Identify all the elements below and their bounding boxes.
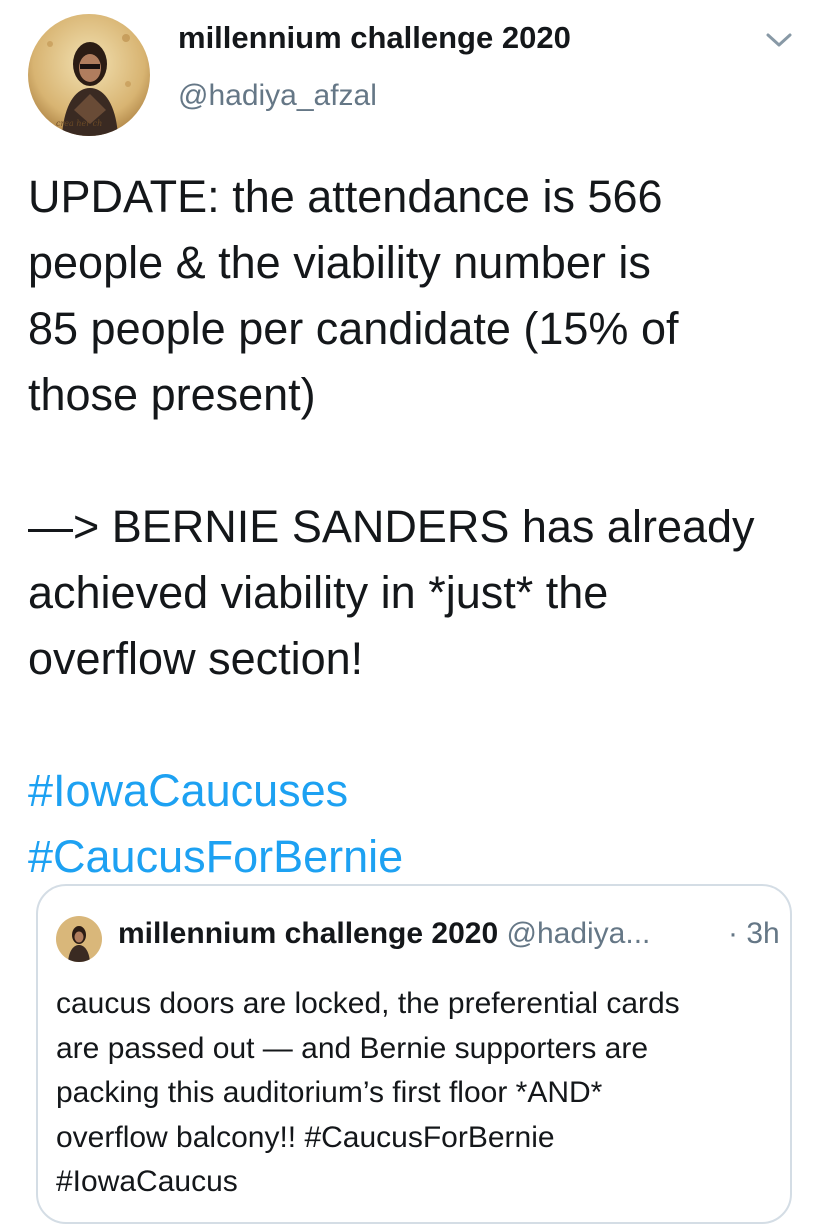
svg-text:crea her ch: crea her ch <box>56 119 102 128</box>
quoted-profile-photo-icon[interactable] <box>56 916 102 962</box>
hashtag-link-caucus-for-bernie[interactable]: #CaucusForBernie <box>28 824 808 890</box>
quoted-text-line: #IowaCaucus <box>56 1165 238 1198</box>
tweet-text-line: those present) <box>28 369 316 420</box>
quoted-text-line: are passed out — and Bernie supporters a… <box>56 1031 649 1065</box>
tweet: crea her ch millennium challenge 2020 @h… <box>0 0 820 1224</box>
author-display-name[interactable]: millennium challenge 2020 <box>178 20 571 56</box>
quoted-tweet-card[interactable]: millennium challenge 2020 @hadiya... · 3… <box>36 884 792 1224</box>
quoted-author-handle[interactable]: @hadiya... <box>507 917 651 950</box>
hashtag-link-iowa-caucuses[interactable]: #IowaCaucuses <box>28 758 808 824</box>
quoted-tweet-timestamp[interactable]: · 3h <box>728 914 780 954</box>
quoted-tweet-header: millennium challenge 2020 @hadiya... · 3… <box>118 914 780 954</box>
author-handle[interactable]: @hadiya_afzal <box>178 79 377 113</box>
tweet-text-line: 85 people per candidate (15% of <box>28 303 679 354</box>
tweet-text: UPDATE: the attendance is 566 people & t… <box>28 164 808 890</box>
tweet-text-line: people & the viability number is <box>28 237 651 288</box>
quoted-tweet-text: caucus doors are locked, the preferentia… <box>56 982 776 1205</box>
profile-photo-icon[interactable]: crea her ch <box>28 14 150 136</box>
quoted-text-line: overflow balcony!! #CaucusForBernie <box>56 1120 555 1154</box>
quoted-text-line: packing this auditorium’s first floor *A… <box>56 1076 603 1109</box>
tweet-text-line: achieved viability in *just* the <box>28 567 609 618</box>
tweet-text-line: —> BERNIE SANDERS has already <box>28 501 755 552</box>
tweet-text-line: overflow section! <box>28 633 364 684</box>
quoted-author-display-name[interactable]: millennium challenge 2020 <box>118 917 498 950</box>
quoted-text-line: caucus doors are locked, the preferentia… <box>56 987 680 1020</box>
tweet-text-line: UPDATE: the attendance is 566 <box>28 171 663 222</box>
chevron-down-icon[interactable] <box>762 26 796 54</box>
